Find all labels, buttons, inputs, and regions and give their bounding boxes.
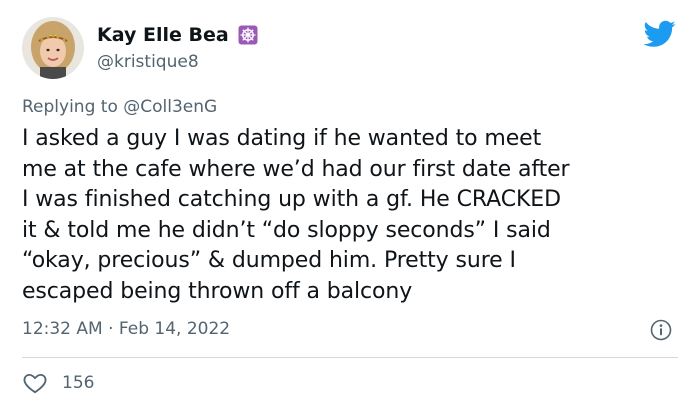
twitter-bird-icon[interactable] [643,20,676,48]
avatar[interactable] [22,17,84,79]
author-name-row[interactable]: Kay Elle Bea [97,23,258,47]
tweet-timestamp: 12:32 AM · Feb 14, 2022 [22,318,230,340]
like-count: 156 [62,373,95,393]
dharma-wheel-icon [238,25,258,45]
author-handle[interactable]: @kristique8 [97,51,199,73]
display-name[interactable]: Kay Elle Bea [97,23,229,47]
tweet-date[interactable]: Feb 14, 2022 [119,319,230,339]
reply-mention-link[interactable]: @Coll3enG [123,97,217,117]
tweet-time[interactable]: 12:32 AM [22,319,103,339]
divider [22,357,678,358]
replying-prefix: Replying to [22,97,124,117]
info-icon[interactable] [650,319,672,341]
like-button[interactable]: 156 [22,370,94,396]
meta-separator: · [102,319,119,339]
replying-to: Replying to @Coll3enG [22,96,217,118]
tweet-card: Kay Elle Bea @kristique8 Replying to @Co… [0,0,700,410]
heart-icon[interactable] [22,370,48,396]
avatar-image [22,17,84,79]
tweet-text: I asked a guy I was dating if he wanted … [22,126,570,304]
